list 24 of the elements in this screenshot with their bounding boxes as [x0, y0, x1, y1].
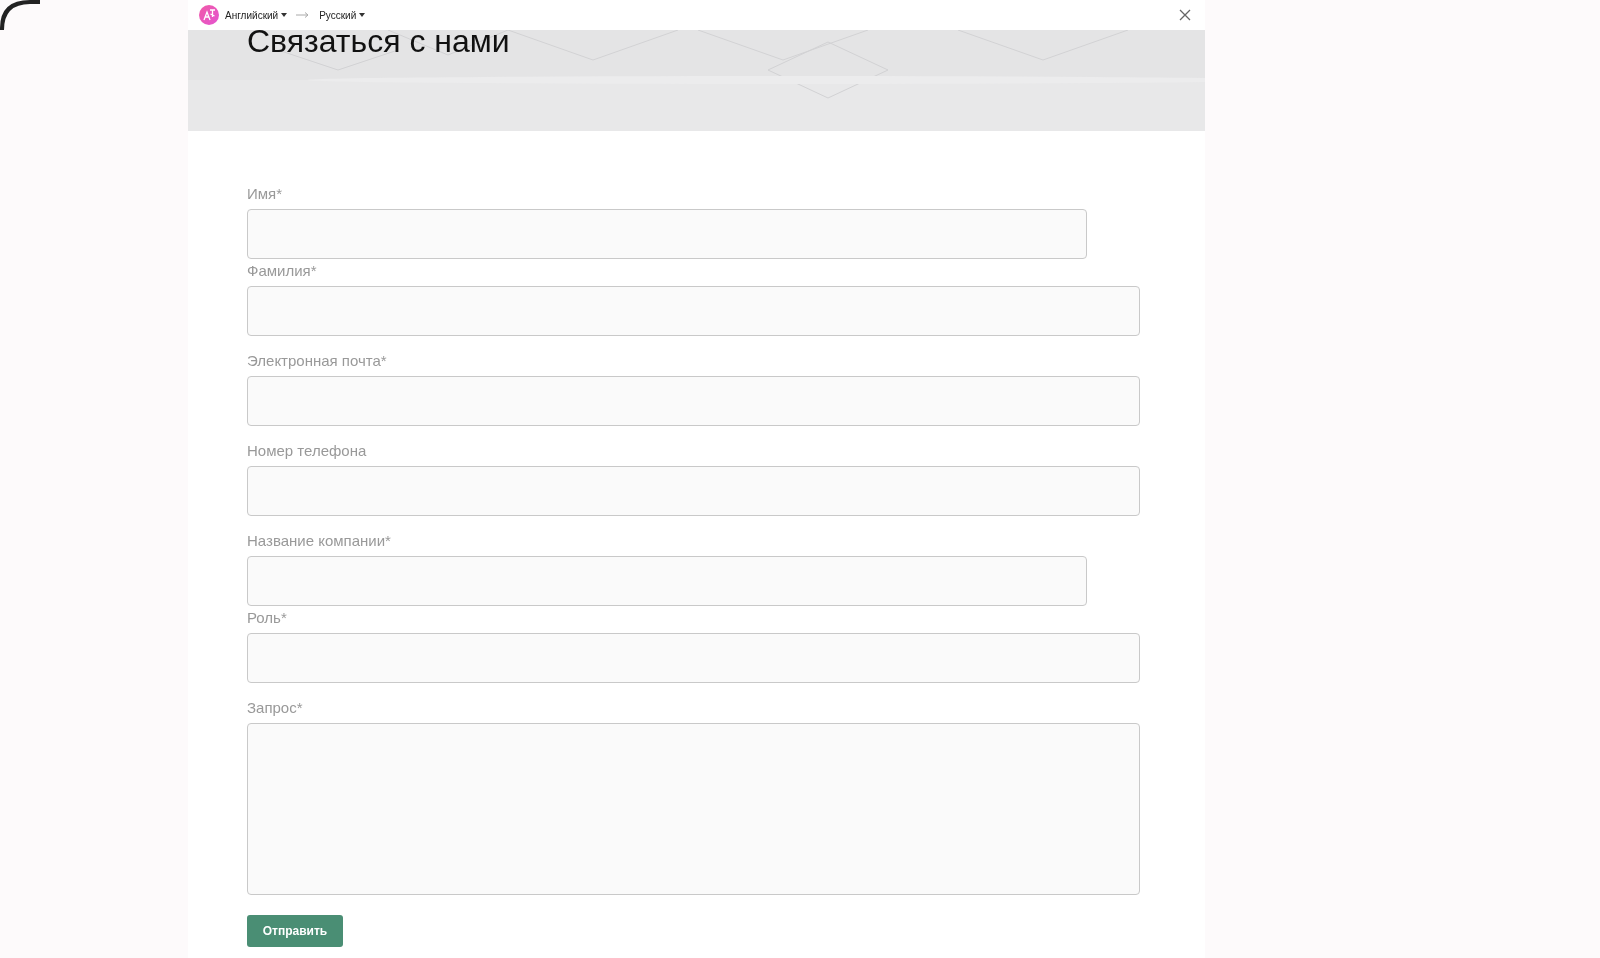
textarea-field[interactable]: [247, 723, 1140, 895]
input-field[interactable]: [247, 633, 1140, 683]
input-field[interactable]: [247, 376, 1140, 426]
input-field[interactable]: [247, 286, 1140, 336]
field-label: Номер телефона: [247, 443, 368, 459]
source-language-dropdown[interactable]: Английский: [225, 9, 288, 21]
field-label: Электронная почта*: [247, 353, 388, 369]
window-corner: [0, 0, 40, 30]
submit-button[interactable]: Отправить: [247, 915, 343, 947]
arrow-icon: [296, 12, 311, 18]
input-field[interactable]: [247, 466, 1140, 516]
close-icon[interactable]: [1179, 9, 1191, 21]
field-label: Имя*: [247, 186, 284, 202]
caret-icon: [359, 13, 366, 17]
caret-icon: [281, 13, 288, 17]
field-label: Название компании*: [247, 533, 392, 549]
input-field[interactable]: [247, 209, 1087, 259]
input-field[interactable]: [247, 556, 1087, 606]
page-title: Связаться с нами: [246, 30, 511, 56]
field-label: Запрос*: [247, 700, 304, 716]
target-language-dropdown[interactable]: Русский: [319, 9, 366, 21]
translate-logo-icon: [199, 5, 219, 25]
field-label: Роль*: [247, 610, 288, 626]
field-label: Фамилия*: [247, 263, 318, 279]
